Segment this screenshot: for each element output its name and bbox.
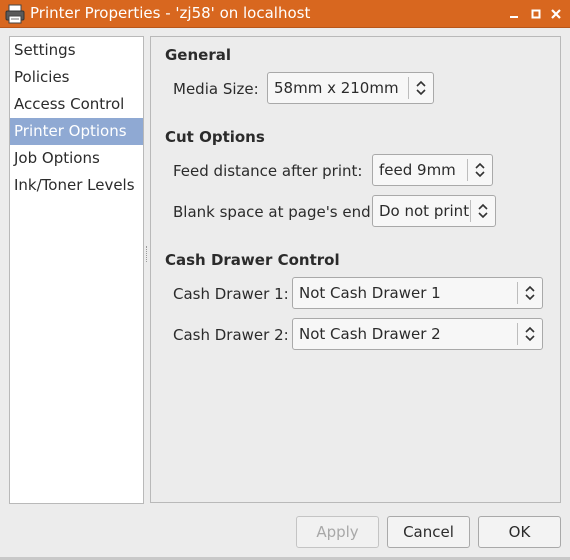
blank-space-select[interactable]: Do not print: [372, 195, 496, 227]
combo-separator: [517, 323, 518, 345]
feed-distance-value: feed 9mm: [379, 161, 456, 179]
sidebar-item-policies[interactable]: Policies: [10, 64, 143, 91]
media-size-select[interactable]: 58mm x 210mm: [267, 72, 434, 104]
sidebar-item-settings[interactable]: Settings: [10, 37, 143, 64]
blank-space-label: Blank space at page's end:: [173, 203, 376, 221]
feed-distance-select[interactable]: feed 9mm: [372, 154, 493, 186]
splitter-handle[interactable]: [146, 246, 148, 262]
cash-drawer-1-label: Cash Drawer 1:: [173, 285, 289, 303]
blank-space-value: Do not print: [379, 202, 470, 220]
up-down-arrows-icon: [478, 203, 488, 219]
minimize-icon[interactable]: [506, 6, 522, 22]
ok-button[interactable]: OK: [478, 516, 561, 548]
general-heading: General: [165, 46, 231, 64]
cash-drawer-heading: Cash Drawer Control: [165, 251, 340, 269]
up-down-arrows-icon: [416, 80, 426, 96]
maximize-icon[interactable]: [528, 6, 544, 22]
media-size-value: 58mm x 210mm: [274, 79, 399, 97]
title-bar[interactable]: Printer Properties - 'zj58' on localhost: [0, 0, 570, 28]
category-list[interactable]: Settings Policies Access Control Printer…: [9, 36, 144, 504]
cash-drawer-1-select[interactable]: Not Cash Drawer 1: [292, 277, 543, 309]
cancel-button[interactable]: Cancel: [387, 516, 470, 548]
cash-drawer-2-select[interactable]: Not Cash Drawer 2: [292, 318, 543, 350]
printer-options-panel: General Media Size: 58mm x 210mm Cut Opt…: [150, 36, 561, 503]
combo-separator: [408, 77, 409, 99]
up-down-arrows-icon: [475, 162, 485, 178]
sidebar-item-job-options[interactable]: Job Options: [10, 145, 143, 172]
apply-button[interactable]: Apply: [296, 516, 379, 548]
close-icon[interactable]: [548, 6, 564, 22]
sidebar-item-printer-options[interactable]: Printer Options: [10, 118, 143, 145]
cash-drawer-1-value: Not Cash Drawer 1: [299, 284, 441, 302]
combo-separator: [470, 200, 471, 222]
combo-separator: [467, 159, 468, 181]
up-down-arrows-icon: [525, 326, 535, 342]
window-title: Printer Properties - 'zj58' on localhost: [30, 4, 311, 22]
feed-distance-label: Feed distance after print:: [173, 162, 363, 180]
up-down-arrows-icon: [525, 285, 535, 301]
cash-drawer-2-value: Not Cash Drawer 2: [299, 325, 441, 343]
media-size-label: Media Size:: [173, 80, 259, 98]
combo-separator: [517, 282, 518, 304]
printer-icon: [5, 4, 25, 24]
sidebar-item-ink-toner-levels[interactable]: Ink/Toner Levels: [10, 172, 143, 199]
cut-options-heading: Cut Options: [165, 128, 265, 146]
cash-drawer-2-label: Cash Drawer 2:: [173, 326, 289, 344]
sidebar-item-access-control[interactable]: Access Control: [10, 91, 143, 118]
